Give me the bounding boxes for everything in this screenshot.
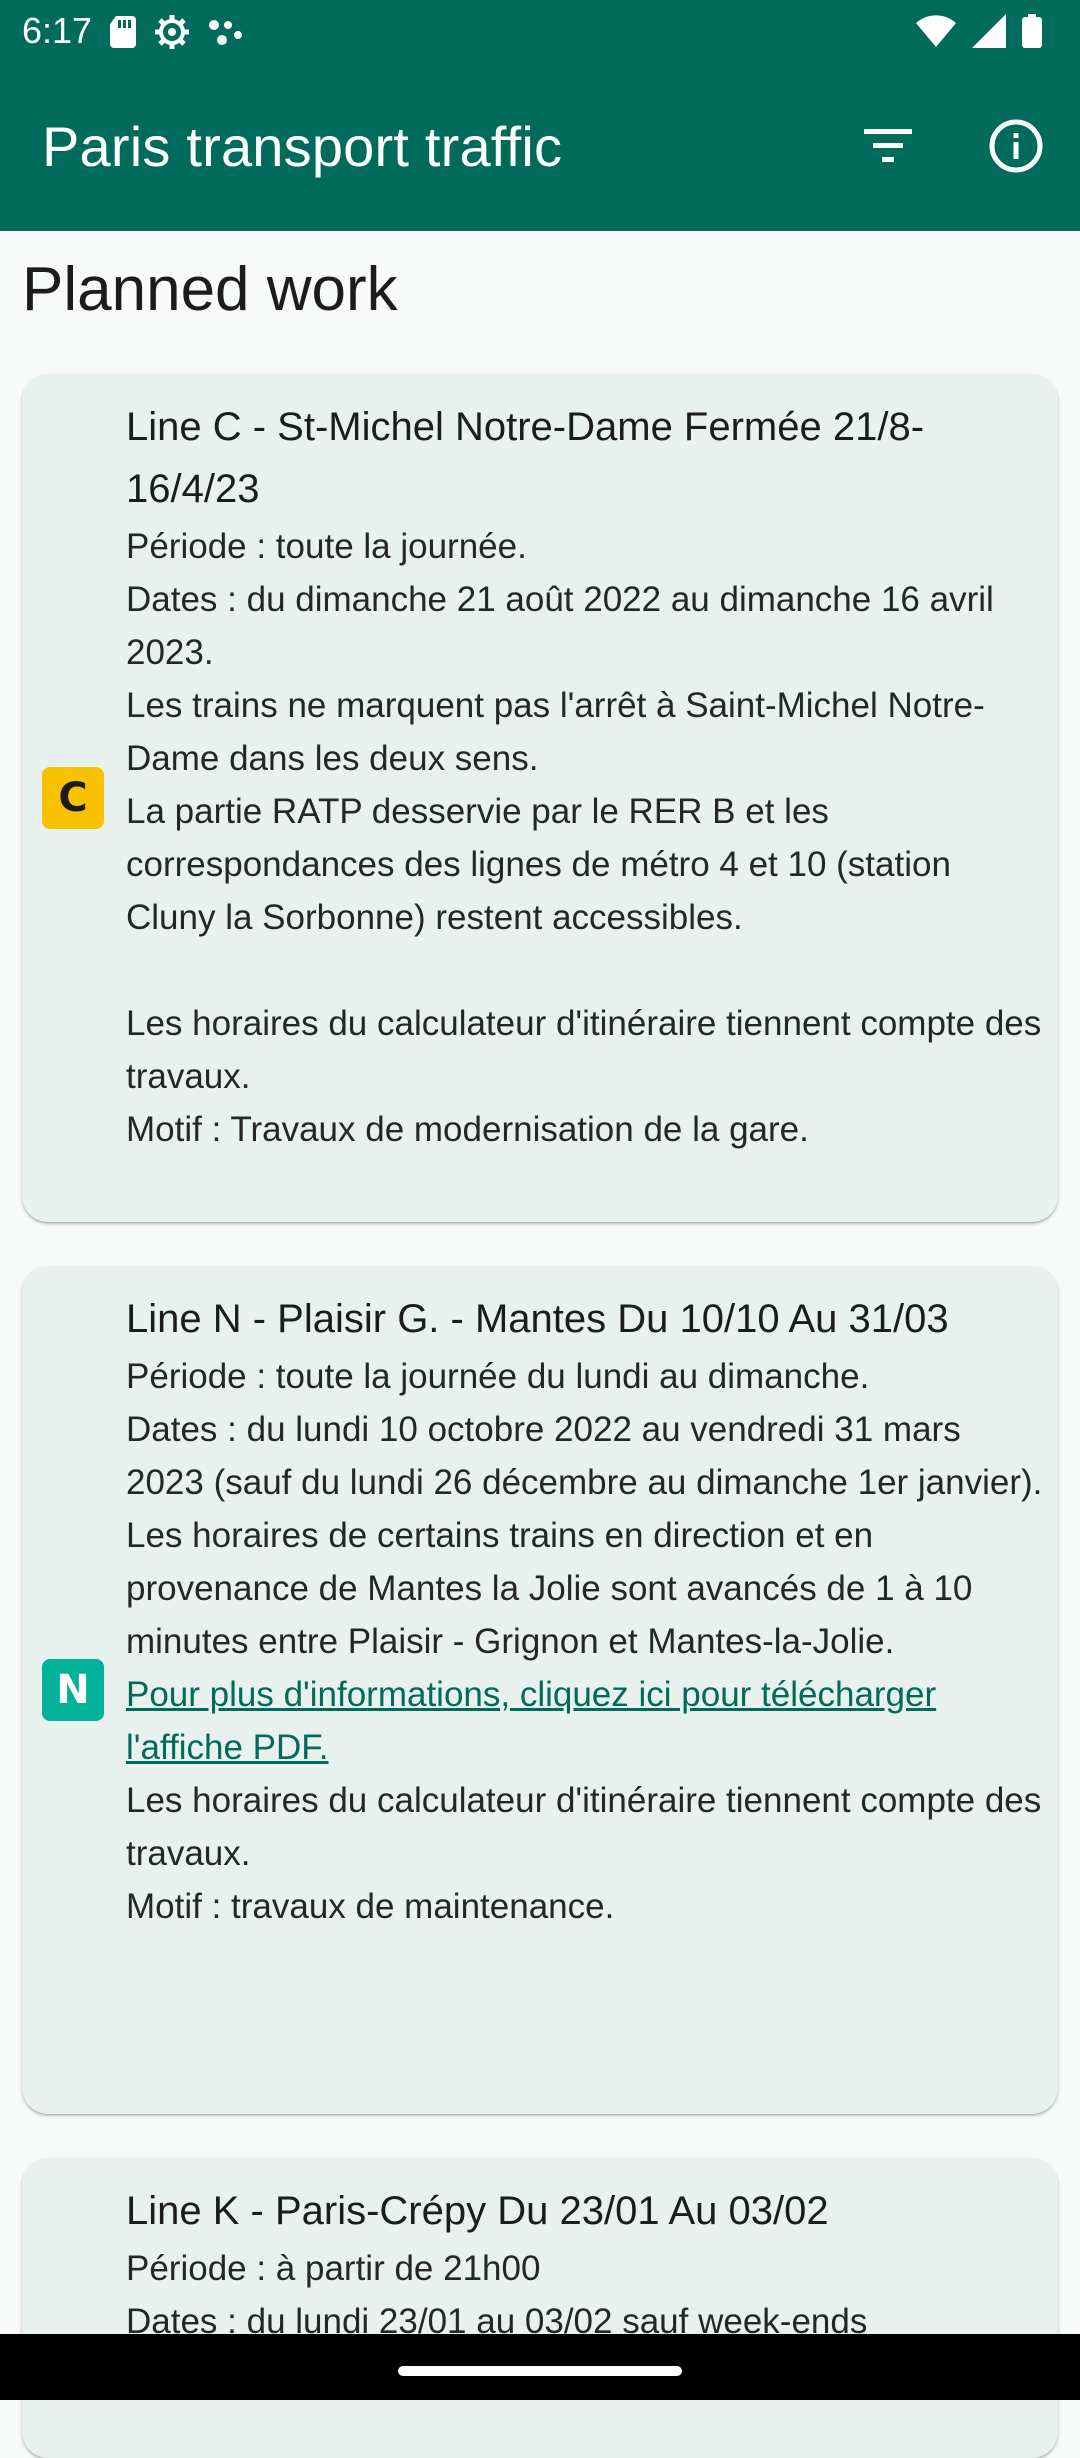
pdf-link[interactable]: Pour plus d'informations, cliquez ici po…	[126, 1675, 936, 1767]
card-text: Pour plus d'informations, cliquez ici po…	[126, 1668, 1046, 1774]
card-body: Line K - Paris-Crépy Du 23/01 Au 03/02 P…	[126, 2180, 1046, 2348]
info-button[interactable]	[984, 116, 1048, 180]
card-text: Dates : du dimanche 21 août 2022 au dima…	[126, 580, 994, 672]
sd-card-icon	[110, 16, 136, 53]
card-title: Line K - Paris-Crépy Du 23/01 Au 03/02	[126, 2189, 829, 2233]
card-text: La partie RATP desservie par le RER B et…	[126, 792, 951, 937]
line-c-badge: C	[42, 767, 104, 829]
card-text: Période : toute la journée.	[126, 527, 527, 566]
card-text: Les horaires du calculateur d'itinéraire…	[126, 1004, 1042, 1096]
card-text	[126, 944, 1046, 997]
card-title: Line C - St-Michel Notre-Dame Fermée 21/…	[126, 405, 925, 511]
card-text: Période : toute la journée du lundi au d…	[126, 1357, 870, 1396]
card-text: Les horaires du calculateur d'itinéraire…	[126, 1781, 1042, 1873]
card-body: Line C - St-Michel Notre-Dame Fermée 21/…	[126, 396, 1046, 1156]
card-text: Les horaires de certains trains en direc…	[126, 1516, 973, 1661]
wifi-icon	[916, 15, 956, 52]
status-time: 6:17	[22, 10, 93, 51]
card-text: Période : à partir de 21h00	[126, 2249, 541, 2288]
battery-icon	[1022, 14, 1042, 53]
card-text: Motif : travaux de maintenance.	[126, 1887, 615, 1926]
status-right-icons	[916, 14, 1042, 53]
filter-icon	[864, 128, 912, 168]
card-text: Les trains ne marquent pas l'arrêt à Sai…	[126, 686, 985, 778]
card-text: Dates : du lundi 10 octobre 2022 au vend…	[126, 1410, 1043, 1502]
status-bar: 6:17	[0, 0, 1080, 64]
filter-button[interactable]	[856, 116, 920, 180]
page-title: Planned work	[22, 255, 398, 324]
app-bar: Paris transport traffic	[0, 64, 1080, 231]
dots-icon	[208, 17, 244, 52]
planned-work-card-line-k[interactable]: Line K - Paris-Crépy Du 23/01 Au 03/02 P…	[22, 2158, 1058, 2458]
info-icon	[989, 119, 1043, 178]
app-title: Paris transport traffic	[42, 115, 563, 178]
status-left-icons	[110, 14, 244, 55]
planned-work-card-line-c[interactable]: C Line C - St-Michel Notre-Dame Fermée 2…	[22, 374, 1058, 1222]
card-text: Motif : Travaux de modernisation de la g…	[126, 1110, 809, 1149]
signal-icon	[972, 14, 1006, 53]
home-gesture-handle[interactable]	[398, 2366, 682, 2376]
planned-work-card-line-n[interactable]: N Line N - Plaisir G. - Mantes Du 10/10 …	[22, 1266, 1058, 2114]
settings-icon	[154, 14, 190, 55]
line-n-badge: N	[42, 1659, 104, 1721]
card-body: Line N - Plaisir G. - Mantes Du 10/10 Au…	[126, 1288, 1046, 1933]
card-title: Line N - Plaisir G. - Mantes Du 10/10 Au…	[126, 1297, 949, 1341]
